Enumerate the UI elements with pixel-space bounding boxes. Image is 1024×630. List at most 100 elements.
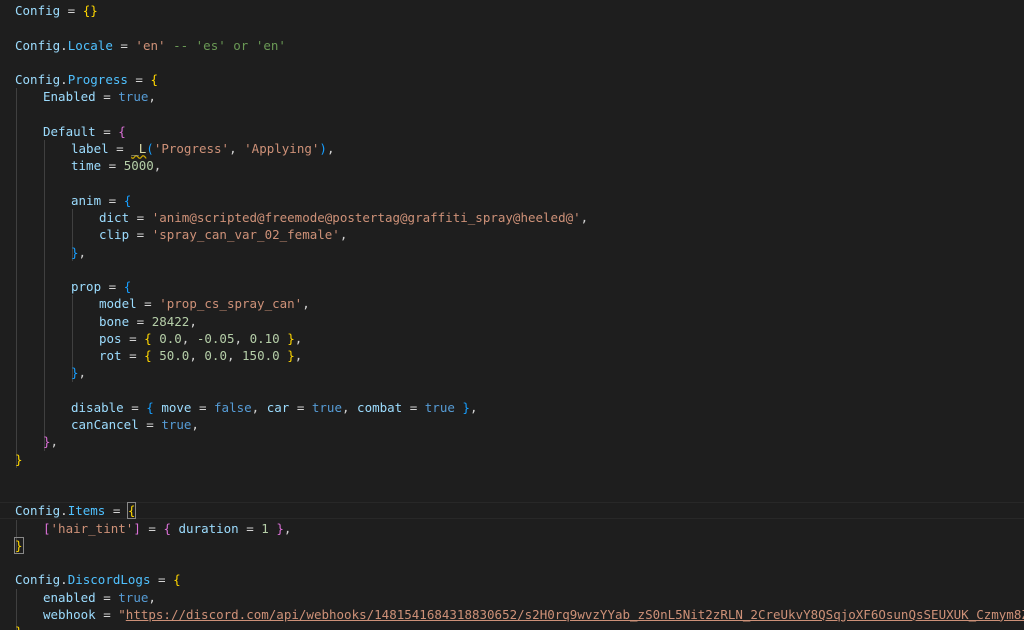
code-token: = xyxy=(112,37,136,53)
code-token: = xyxy=(289,399,312,415)
code-token: anim xyxy=(71,192,102,208)
code-token: = xyxy=(402,399,425,415)
code-token: = xyxy=(129,313,152,329)
code-line[interactable]: rot = { 50.0, 0.0, 150.0 }, xyxy=(99,347,302,364)
code-token: , xyxy=(189,313,197,329)
code-token: } xyxy=(71,365,79,381)
webhook-link[interactable]: https://discord.com/api/webhooks/1481541… xyxy=(126,607,1024,622)
code-line[interactable]: Default = { xyxy=(43,123,126,140)
code-token: 50.0 xyxy=(159,348,190,363)
code-line[interactable]: }, xyxy=(43,433,58,450)
code-token: enabled xyxy=(43,589,96,605)
code-token: 5000 xyxy=(123,158,154,174)
code-token: } xyxy=(71,244,79,260)
code-token: = xyxy=(123,399,147,415)
code-line[interactable]: enabled = true, xyxy=(43,589,156,606)
code-line[interactable]: }, xyxy=(71,244,86,261)
code-token: = xyxy=(95,589,119,605)
code-line[interactable]: canCancel = true, xyxy=(71,416,199,433)
code-token: , xyxy=(326,141,335,156)
code-token: , xyxy=(341,399,358,415)
code-token: } xyxy=(15,624,23,630)
code-line[interactable]: label = _L('Progress', 'Applying'), xyxy=(71,140,334,157)
code-token: , xyxy=(251,399,267,415)
code-token: = xyxy=(95,89,119,105)
code-token: } xyxy=(287,348,295,363)
code-token: pos xyxy=(99,330,122,346)
code-token: , xyxy=(191,417,199,432)
code-token: { xyxy=(144,330,152,346)
code-line[interactable]: } xyxy=(15,451,23,468)
code-line[interactable]: anim = { xyxy=(71,192,131,209)
code-token: } xyxy=(276,520,284,536)
code-token: = xyxy=(238,520,262,536)
code-line[interactable]: clip = 'spray_can_var_02_female', xyxy=(99,226,347,243)
code-token: 'en' xyxy=(135,37,166,53)
code-token: = xyxy=(95,606,119,622)
code-token: , xyxy=(283,520,292,536)
code-token: } xyxy=(15,451,23,467)
current-line-highlight xyxy=(0,502,1024,520)
code-token: = xyxy=(127,72,151,87)
code-token: combat xyxy=(357,399,403,415)
code-token: = xyxy=(140,520,164,536)
code-line[interactable]: prop = { xyxy=(71,278,131,295)
code-token: { xyxy=(150,72,159,87)
code-line[interactable]: Config = {} xyxy=(15,2,98,19)
code-line[interactable]: }, xyxy=(71,364,86,381)
code-line[interactable]: } xyxy=(14,536,24,554)
code-token: , xyxy=(339,227,348,243)
code-token: prop xyxy=(71,279,102,294)
code-token: label xyxy=(71,141,109,156)
code-line[interactable]: pos = { 0.0, -0.05, 0.10 }, xyxy=(99,330,302,347)
matched-bracket: { xyxy=(126,502,137,520)
code-editor[interactable]: Config = {} Config.Locale = 'en' -- 'es' … xyxy=(0,0,1024,630)
code-token: = xyxy=(138,417,162,432)
code-token: Config xyxy=(15,37,61,53)
code-token: , xyxy=(294,330,303,346)
code-line[interactable]: bone = 28422, xyxy=(99,313,197,330)
code-token: , xyxy=(229,141,245,156)
code-token: 0.0 xyxy=(159,330,182,346)
code-token: , xyxy=(78,365,87,381)
code-token: 28422 xyxy=(151,313,190,329)
code-line[interactable]: } xyxy=(15,623,23,630)
code-token: , xyxy=(302,296,310,312)
code-line[interactable]: time = 5000, xyxy=(71,157,161,174)
code-line[interactable]: Config.Items = { xyxy=(15,502,137,520)
code-line[interactable]: webhook = "https://discord.com/api/webho… xyxy=(43,606,1024,623)
code-token: 'prop_cs_spray_can' xyxy=(159,296,303,312)
code-token: 1 xyxy=(261,520,269,536)
code-token: rot xyxy=(99,348,122,363)
code-line[interactable]: Enabled = true, xyxy=(43,88,156,105)
code-line[interactable]: dict = 'anim@scripted@freemode@postertag… xyxy=(99,209,588,226)
code-token: , xyxy=(50,434,59,450)
code-token: , xyxy=(294,348,303,363)
code-token: move xyxy=(161,399,192,415)
code-token: , xyxy=(469,399,478,415)
code-line[interactable]: ['hair_tint'] = { duration = 1 }, xyxy=(43,520,291,537)
code-token: webhook xyxy=(43,606,96,622)
indent-guide xyxy=(44,140,45,451)
code-token: , xyxy=(181,330,197,346)
code-line[interactable]: disable = { move = false, car = true, co… xyxy=(71,399,477,416)
code-line[interactable]: model = 'prop_cs_spray_can', xyxy=(99,295,310,312)
code-token: -- 'es' or 'en' xyxy=(173,37,286,53)
code-token: = xyxy=(129,227,152,243)
code-token: = xyxy=(101,279,124,294)
code-token: = xyxy=(101,192,124,208)
code-token: true xyxy=(118,589,149,605)
code-token: Locale xyxy=(67,37,113,53)
code-line[interactable]: Config.Progress = { xyxy=(15,71,158,88)
code-token: 'spray_can_var_02_female' xyxy=(151,227,340,243)
code-token: Config xyxy=(15,3,61,18)
code-token: , xyxy=(226,348,243,363)
code-token: " xyxy=(118,606,126,622)
code-line[interactable]: Config.Locale = 'en' -- 'es' or 'en' xyxy=(15,37,286,54)
code-token: Enabled xyxy=(43,89,96,105)
code-line[interactable]: Config.DiscordLogs = { xyxy=(15,571,181,588)
code-token: } xyxy=(287,330,295,346)
code-token: disable xyxy=(71,399,124,415)
code-token: } xyxy=(462,399,470,415)
